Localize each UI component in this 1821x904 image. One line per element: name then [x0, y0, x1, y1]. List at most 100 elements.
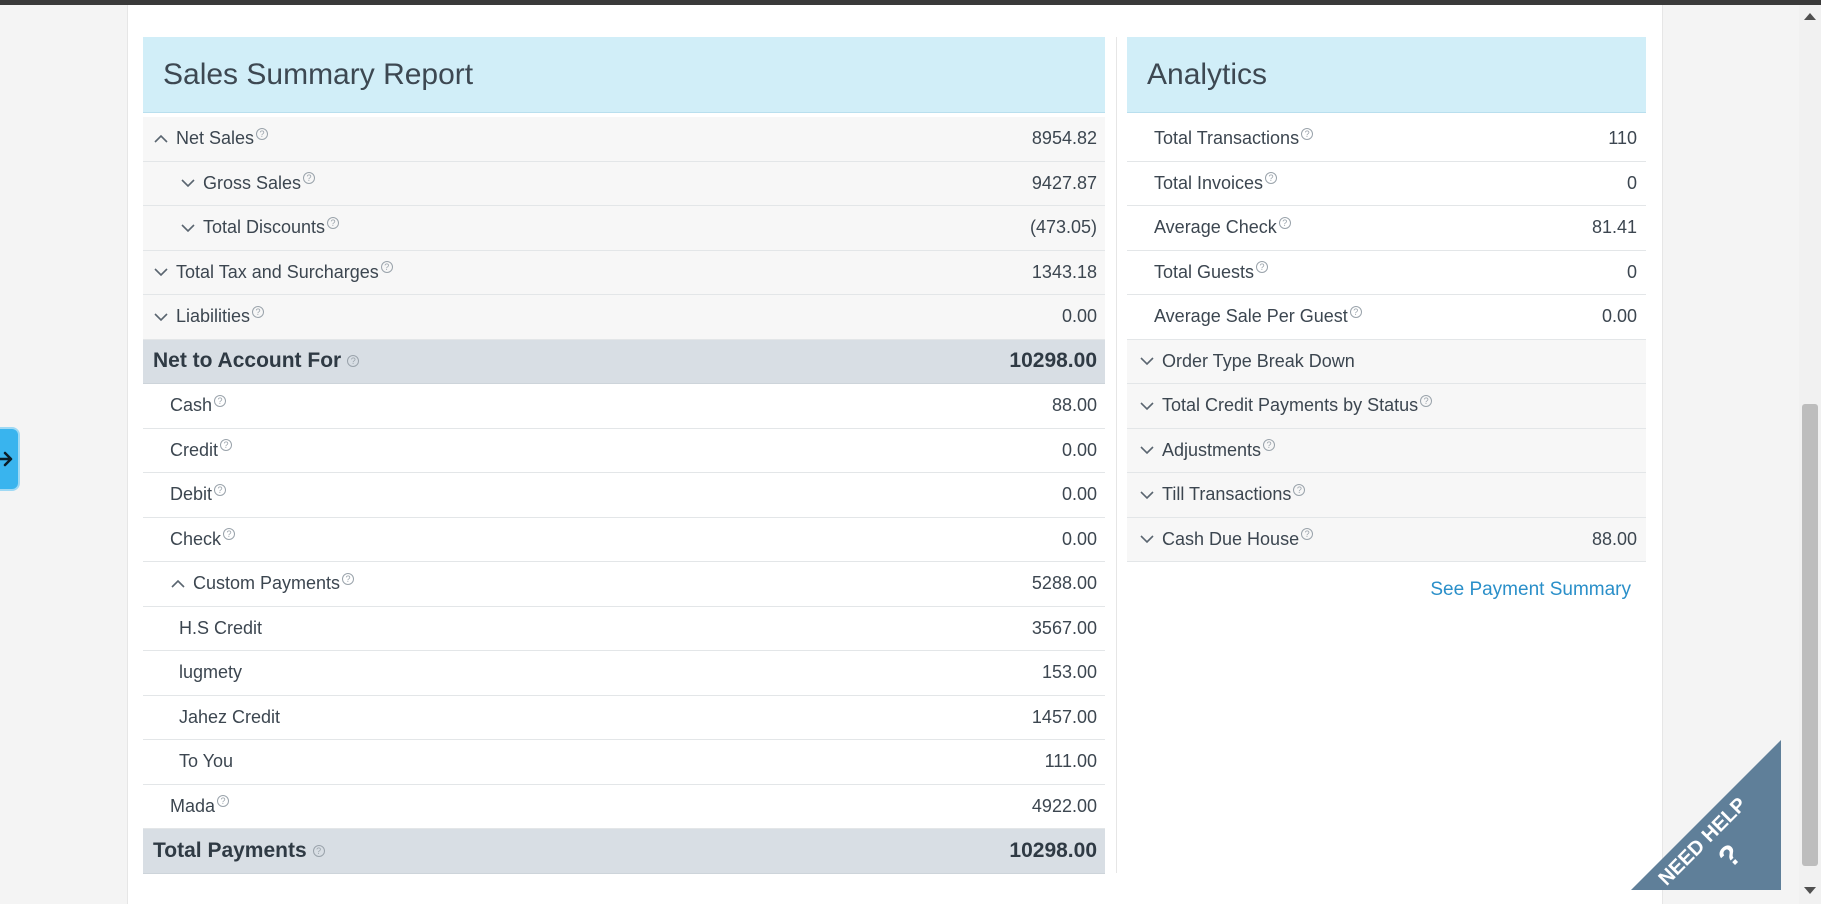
- row-value: 8954.82: [1031, 128, 1097, 149]
- row-net-to-account-for: Net to Account For ? 10298.00: [143, 339, 1105, 384]
- row-label: To You: [179, 751, 234, 772]
- row-value: 111.00: [1044, 751, 1097, 772]
- help-circle-icon[interactable]: ?: [220, 439, 233, 452]
- help-circle-icon[interactable]: ?: [380, 261, 393, 274]
- row-mada: Mada ? 4922.00: [143, 784, 1105, 829]
- help-circle-icon[interactable]: ?: [1263, 439, 1276, 452]
- help-circle-icon[interactable]: ?: [214, 394, 227, 407]
- page-scrollbar[interactable]: [1799, 5, 1821, 904]
- row-gross-sales[interactable]: Gross Sales ? 9427.87: [143, 161, 1105, 206]
- help-circle-icon[interactable]: ?: [1278, 216, 1291, 229]
- row-value: 81.41: [1591, 217, 1637, 238]
- row-adjustments[interactable]: Adjustments ?: [1127, 428, 1646, 473]
- need-help-widget[interactable]: NEED HELP ?: [1631, 740, 1781, 890]
- row-label: Cash Due House: [1162, 528, 1300, 549]
- help-circle-icon[interactable]: ?: [256, 127, 269, 140]
- row-total-tax[interactable]: Total Tax and Surcharges ? 1343.18: [143, 250, 1105, 295]
- chevron-down-icon[interactable]: [1139, 531, 1155, 547]
- row-total-transactions: Total Transactions ? 110: [1127, 117, 1646, 162]
- row-label: Credit: [170, 439, 219, 460]
- analytics-title: Analytics: [1127, 37, 1646, 113]
- row-order-type-break-down[interactable]: Order Type Break Down: [1127, 339, 1646, 384]
- help-circle-icon[interactable]: ?: [1293, 483, 1306, 496]
- row-value: 0.00: [1061, 439, 1097, 460]
- row-label: Total Transactions: [1154, 128, 1300, 149]
- scroll-up-icon[interactable]: [1804, 13, 1816, 20]
- row-total-credit-payments-by-status[interactable]: Total Credit Payments by Status ?: [1127, 384, 1646, 429]
- side-panel-toggle[interactable]: [0, 427, 20, 491]
- row-hs-credit: H.S Credit 3567.00: [143, 606, 1105, 651]
- row-cash: Cash ? 88.00: [143, 384, 1105, 429]
- chevron-down-icon[interactable]: [1139, 398, 1155, 414]
- row-label: Check: [170, 528, 222, 549]
- help-circle-icon[interactable]: ?: [1301, 528, 1314, 541]
- row-label: Net Sales: [176, 128, 255, 149]
- row-liabilities[interactable]: Liabilities ? 0.00: [143, 295, 1105, 340]
- row-value: 5288.00: [1031, 573, 1097, 594]
- row-value: 0.00: [1061, 484, 1097, 505]
- row-label: Total Payments: [153, 838, 307, 862]
- help-circle-icon[interactable]: ?: [1301, 127, 1314, 140]
- chevron-down-icon[interactable]: [180, 220, 196, 236]
- row-label: lugmety: [179, 662, 243, 683]
- row-cash-due-house[interactable]: Cash Due House ? 88.00: [1127, 517, 1646, 562]
- chevron-down-icon[interactable]: [1139, 353, 1155, 369]
- scroll-thumb[interactable]: [1802, 404, 1818, 866]
- row-label: Average Sale Per Guest: [1154, 306, 1348, 327]
- row-debit: Debit ? 0.00: [143, 473, 1105, 518]
- row-label: Order Type Break Down: [1162, 350, 1355, 371]
- row-total-discounts[interactable]: Total Discounts ? (473.05): [143, 206, 1105, 251]
- chevron-up-icon[interactable]: [170, 576, 186, 592]
- row-custom-payments[interactable]: Custom Payments ? 5288.00: [143, 562, 1105, 607]
- help-circle-icon[interactable]: ?: [1265, 172, 1278, 185]
- row-label: Jahez Credit: [179, 706, 281, 727]
- row-value: 0: [1626, 261, 1637, 282]
- row-label: Cash: [170, 395, 213, 416]
- chevron-down-icon[interactable]: [1139, 487, 1155, 503]
- scroll-down-icon[interactable]: [1804, 887, 1816, 894]
- row-value: 110: [1608, 128, 1637, 149]
- row-value: 88.00: [1051, 395, 1097, 416]
- row-value: 0: [1626, 172, 1637, 193]
- help-circle-icon[interactable]: ?: [312, 844, 325, 857]
- help-circle-icon[interactable]: ?: [252, 305, 265, 318]
- row-value: 0.00: [1061, 306, 1097, 327]
- chevron-down-icon[interactable]: [1139, 442, 1155, 458]
- help-circle-icon[interactable]: ?: [303, 172, 316, 185]
- see-payment-summary-link[interactable]: See Payment Summary: [1430, 579, 1631, 601]
- help-circle-icon[interactable]: ?: [1420, 394, 1433, 407]
- help-circle-icon[interactable]: ?: [347, 355, 360, 368]
- row-lugmety: lugmety 153.00: [143, 651, 1105, 696]
- help-circle-icon[interactable]: ?: [327, 216, 340, 229]
- help-circle-icon[interactable]: ?: [1256, 261, 1269, 274]
- row-total-invoices: Total Invoices ? 0: [1127, 161, 1646, 206]
- row-value: 9427.87: [1031, 172, 1097, 193]
- chevron-down-icon[interactable]: [153, 309, 169, 325]
- row-value: 88.00: [1591, 528, 1637, 549]
- row-value: 4922.00: [1031, 795, 1097, 816]
- help-circle-icon[interactable]: ?: [342, 572, 355, 585]
- row-net-sales[interactable]: Net Sales ? 8954.82: [143, 117, 1105, 162]
- chevron-down-icon[interactable]: [153, 264, 169, 280]
- row-label: H.S Credit: [179, 617, 263, 638]
- row-till-transactions[interactable]: Till Transactions ?: [1127, 473, 1646, 518]
- payment-summary-link-row: See Payment Summary: [1127, 562, 1646, 618]
- chevron-down-icon[interactable]: [180, 175, 196, 191]
- row-label: Mada: [170, 795, 216, 816]
- row-jahez-credit: Jahez Credit 1457.00: [143, 695, 1105, 740]
- row-credit: Credit ? 0.00: [143, 428, 1105, 473]
- row-total-guests: Total Guests ? 0: [1127, 250, 1646, 295]
- row-value: 1457.00: [1031, 706, 1097, 727]
- help-circle-icon[interactable]: ?: [223, 528, 236, 541]
- help-circle-icon[interactable]: ?: [1349, 305, 1362, 318]
- help-circle-icon[interactable]: ?: [214, 483, 227, 496]
- row-label: Total Credit Payments by Status: [1162, 395, 1419, 416]
- row-label: Total Discounts: [203, 217, 326, 238]
- row-label: Gross Sales: [203, 172, 302, 193]
- row-label: Custom Payments: [193, 573, 341, 594]
- chevron-up-icon[interactable]: [153, 131, 169, 147]
- help-circle-icon[interactable]: ?: [217, 795, 230, 808]
- row-average-sale-per-guest: Average Sale Per Guest ? 0.00: [1127, 295, 1646, 340]
- need-help-corner[interactable]: [1631, 740, 1781, 890]
- row-label: Average Check: [1154, 217, 1277, 238]
